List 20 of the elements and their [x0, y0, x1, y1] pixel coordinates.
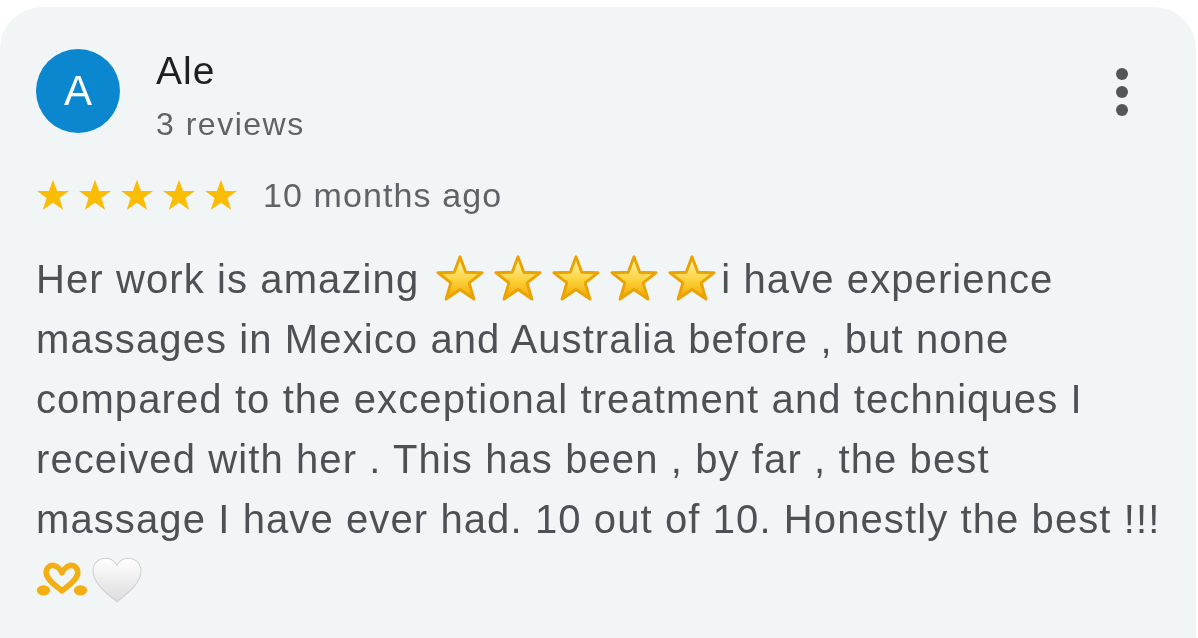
review-text: i have experience — [721, 256, 1054, 303]
star-icon — [434, 253, 487, 303]
review-text: massages in Mexico and Australia before , but none compared to the exceptional treatment and techniques I received with her . This has been , by far , the best massage I have ever had. 10 out of 10. Honestly the best !!! — [36, 316, 1162, 543]
review-count: 3 reviews — [156, 106, 305, 142]
star-icon — [204, 178, 238, 212]
heart-hands-icon — [36, 561, 88, 597]
star-icon — [78, 178, 112, 212]
star-icon — [666, 253, 719, 303]
star-icon — [162, 178, 196, 212]
avatar[interactable]: A — [36, 49, 120, 133]
star-icon — [36, 178, 70, 212]
review-text: Her work is amazing — [36, 256, 420, 303]
star-icon — [120, 178, 154, 212]
star-icon — [608, 253, 661, 303]
author-name[interactable]: Ale — [156, 49, 216, 93]
star-icon — [550, 253, 603, 303]
star-icon — [492, 253, 545, 303]
review-time: 10 months ago — [263, 175, 503, 215]
heart-icon — [91, 556, 143, 604]
vertical-dots-menu-icon — [1116, 68, 1128, 116]
